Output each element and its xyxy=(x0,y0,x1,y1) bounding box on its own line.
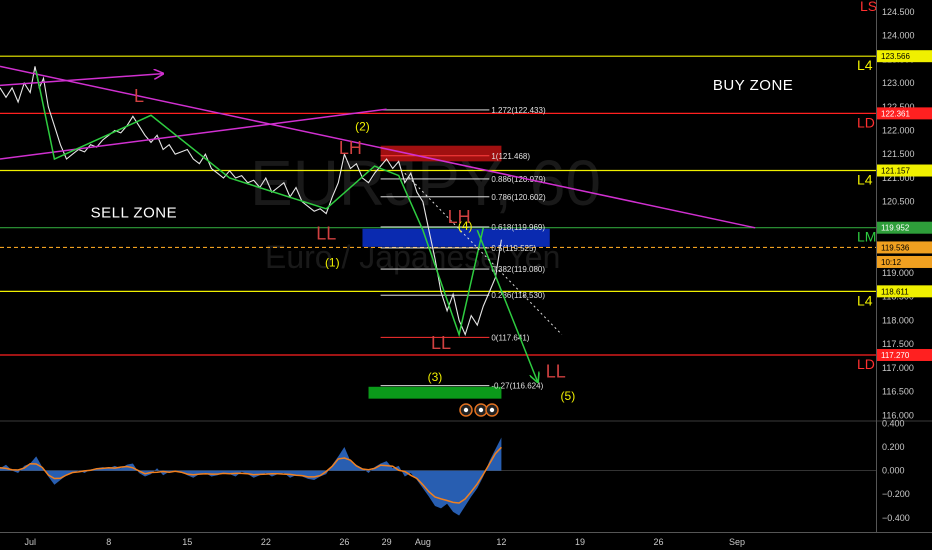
osc-tick-1: 0.200 xyxy=(882,442,905,452)
time-tick-2: 15 xyxy=(182,537,192,547)
time-tick-6: Aug xyxy=(415,537,431,547)
price-tag-6: 118.611 xyxy=(881,287,909,296)
price-tick-1: 124.000 xyxy=(882,31,915,41)
time-tick-4: 26 xyxy=(339,537,349,547)
wave-label-2: LL xyxy=(316,224,336,244)
price-tick-5: 122.000 xyxy=(882,126,915,136)
level-label-4: L4 xyxy=(857,292,873,308)
price-tag-4: 119.536 xyxy=(881,243,910,252)
price-tick-14: 117.500 xyxy=(882,339,914,349)
fib-label-1: 1(121.468) xyxy=(491,152,530,161)
price-tick-15: 117.000 xyxy=(882,363,914,373)
fib-label-4: 0.618(119.969) xyxy=(491,223,545,232)
price-tick-8: 120.500 xyxy=(882,197,915,207)
level-label-top: LS xyxy=(860,0,877,14)
time-tick-1: 8 xyxy=(106,537,111,547)
wave-label-8: (4) xyxy=(458,219,473,233)
wave-label-10: (5) xyxy=(561,389,576,403)
wave-label-7: (1) xyxy=(325,256,340,270)
zone-box-2 xyxy=(368,386,502,399)
event-dot-icon-2 xyxy=(489,407,495,413)
osc-tick-3: −0.200 xyxy=(882,489,910,499)
price-tag-0: 123.566 xyxy=(881,52,910,61)
level-label-5: LD xyxy=(857,356,875,372)
time-tick-10: Sep xyxy=(729,537,745,547)
price-tag-7: 117.270 xyxy=(881,351,910,360)
time-tick-0: Jul xyxy=(24,537,36,547)
price-tick-0: 124.500 xyxy=(882,7,915,17)
level-label-1: LD xyxy=(857,114,875,130)
time-tick-3: 22 xyxy=(261,537,271,547)
level-label-3: LM xyxy=(857,229,876,245)
osc-tick-0: 0.400 xyxy=(882,418,905,428)
price-tick-3: 123.000 xyxy=(882,78,915,88)
watermark: EURJPY, 60 Euro / Japanese Yen xyxy=(250,147,601,275)
time-tick-5: 29 xyxy=(382,537,392,547)
time-tick-8: 19 xyxy=(575,537,585,547)
time-tick-9: 26 xyxy=(654,537,664,547)
zone-text-0: BUY ZONE xyxy=(713,77,793,94)
price-tag-1: 122.361 xyxy=(881,109,910,118)
fib-label-3: 0.786(120.602) xyxy=(491,193,546,202)
event-markers[interactable] xyxy=(459,403,499,417)
price-tick-11: 119.000 xyxy=(882,268,914,278)
price-tick-6: 121.500 xyxy=(882,149,915,159)
level-label-0: L4 xyxy=(857,57,873,73)
fib-label-2: 0.886(120.979) xyxy=(491,175,546,184)
wave-label-5: LL xyxy=(546,361,566,381)
osc-tick-2: 0.000 xyxy=(882,466,905,476)
price-tick-16: 116.500 xyxy=(882,387,914,397)
eurjpy-chart[interactable]: EURJPY, 60 Euro / Japanese Yen L4 LD L4 LM L… xyxy=(0,0,932,550)
price-tag-3: 119.952 xyxy=(881,224,910,233)
event-dot-icon-1 xyxy=(478,407,484,413)
price-tag-5: 10:12 xyxy=(881,258,902,267)
fib-label-7: 0.236(118.530) xyxy=(491,291,545,300)
price-tick-13: 118.000 xyxy=(882,315,914,325)
wave-label-4: LL xyxy=(431,333,451,353)
zone-box-0 xyxy=(380,145,502,162)
price-tag-2: 121.157 xyxy=(881,167,910,176)
wave-label-6: (2) xyxy=(355,120,370,134)
wave-label-0: L xyxy=(134,86,144,106)
zone-text-1: SELL ZONE xyxy=(91,204,177,221)
fib-label-0: 1.272(122.433) xyxy=(491,106,546,115)
time-tick-7: 12 xyxy=(496,537,506,547)
fib-label-6: 0.382(119.080) xyxy=(491,265,545,274)
fib-label-8: 0(117.641) xyxy=(491,333,529,342)
wave-label-1: LH xyxy=(339,138,362,158)
level-label-2: L4 xyxy=(857,172,873,188)
fib-label-9: -0.27(116.624) xyxy=(491,382,543,391)
wave-label-9: (3) xyxy=(428,370,443,384)
event-dot-icon-0 xyxy=(463,407,469,413)
fib-label-5: 0.5(119.525) xyxy=(491,244,536,253)
osc-tick-4: −0.400 xyxy=(882,513,910,523)
